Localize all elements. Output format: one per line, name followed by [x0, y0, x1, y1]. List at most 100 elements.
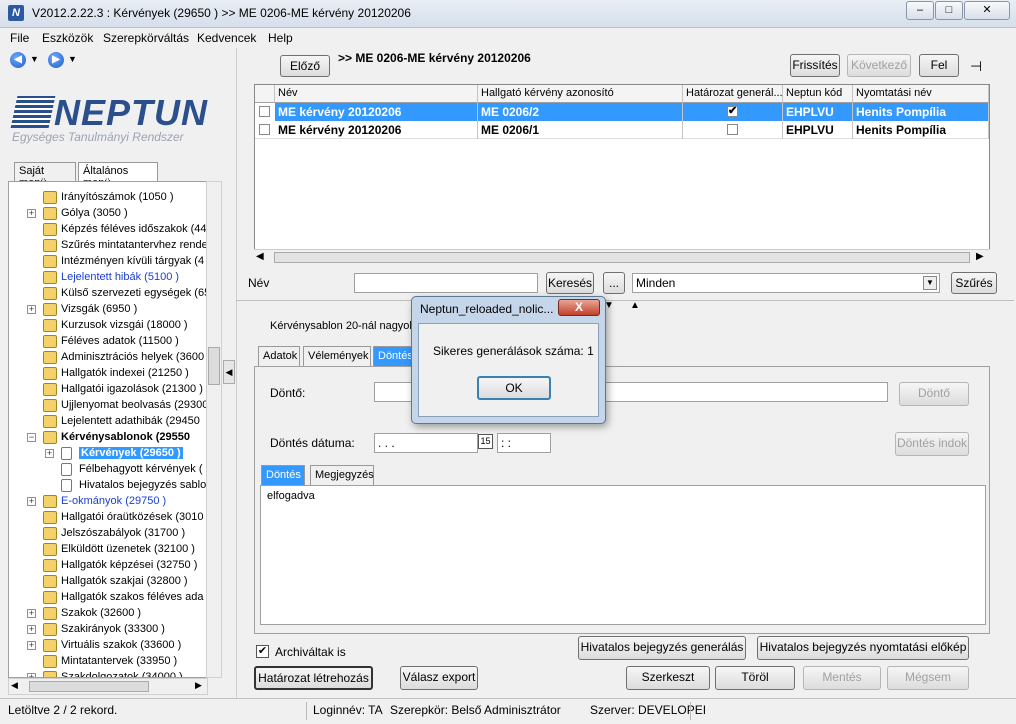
tab-sajat-menu[interactable]: Saját menü — [14, 162, 76, 189]
tree-item[interactable]: + Virtuális szakok (33600 ) — [9, 638, 207, 654]
tree-scroll-thumb[interactable] — [208, 347, 220, 385]
ok-button[interactable]: OK — [477, 376, 551, 400]
next-button[interactable]: Következő — [847, 54, 911, 77]
search-button[interactable]: Keresés — [546, 272, 594, 294]
tree-item[interactable]: + Szakok (32600 ) — [9, 606, 207, 622]
scroll-right-icon[interactable]: ▶ — [195, 680, 202, 691]
scroll-left-icon[interactable]: ◀ — [11, 680, 18, 691]
tree-item[interactable]: + Vizsgák (6950 ) — [9, 302, 207, 318]
tree-item[interactable]: Hivatalos bejegyzés sablo — [9, 478, 207, 494]
hatarozat-checkbox[interactable]: ✔ — [727, 106, 738, 117]
tree-item[interactable]: Hallgatók indexei (21250 ) — [9, 366, 207, 382]
dontes-indok-button[interactable]: Döntés indok — [895, 432, 969, 456]
tab-inner-dontes[interactable]: Döntés — [261, 465, 305, 485]
tab-altalanos-menu[interactable]: Általános menü — [78, 162, 158, 189]
tree-item[interactable]: Félbehagyott kérvények ( — [9, 462, 207, 478]
expand-icon[interactable]: + — [27, 641, 36, 650]
tree-item[interactable]: Hallgatói óraütközések (3010 — [9, 510, 207, 526]
table-row[interactable]: ME kérvény 20120206 ME 0206/1 EHPLVU Hen… — [255, 121, 989, 139]
row-select-checkbox[interactable] — [259, 106, 270, 117]
donto-button[interactable]: Döntő — [899, 382, 969, 406]
calendar-icon[interactable]: 15 — [478, 434, 493, 449]
forward-dropdown-icon[interactable]: ▼ — [68, 54, 77, 64]
megsem-button[interactable]: Mégsem — [887, 666, 969, 690]
collapse-icon[interactable]: − — [27, 433, 36, 442]
grid-horizontal-scrollbar[interactable]: ◀ ▶ — [254, 249, 990, 266]
archived-checkbox[interactable]: ✔ — [256, 645, 269, 658]
filter-name-input[interactable] — [354, 273, 538, 293]
menu-file[interactable]: File — [10, 31, 29, 45]
grid-scroll-right-icon[interactable]: ▶ — [976, 251, 984, 262]
tab-inner-megjegyzes[interactable]: Megjegyzés — [310, 465, 374, 485]
splitter-up-icon[interactable]: ▲ — [630, 300, 640, 311]
grid-scroll-left-icon[interactable]: ◀ — [256, 251, 264, 262]
grid-hscroll-thumb[interactable] — [274, 252, 970, 263]
tree-item[interactable]: Külső szervezeti egységek (65 — [9, 286, 207, 302]
tree-item[interactable]: Lejelentett adathibák (29450 — [9, 414, 207, 430]
col-neptun-kod[interactable]: Neptun kód — [783, 85, 853, 103]
back-dropdown-icon[interactable]: ▼ — [30, 54, 39, 64]
pin-icon[interactable]: ⊣ — [970, 58, 982, 75]
filter-button[interactable]: Szűrés — [951, 272, 997, 294]
tree-item[interactable]: Lejelentett hibák (5100 ) — [9, 270, 207, 286]
valasz-export-button[interactable]: Válasz export — [400, 666, 478, 690]
col-hatarozat[interactable]: Határozat generál... — [683, 85, 783, 103]
hivatalos-generalas-button[interactable]: Hivatalos bejegyzés generálás — [578, 636, 746, 660]
tree-item[interactable]: Mintatantervek (33950 ) — [9, 654, 207, 670]
hatarozat-checkbox[interactable] — [727, 124, 738, 135]
tree-item[interactable]: Féléves adatok (11500 ) — [9, 334, 207, 350]
tree-item[interactable]: Hallgatók képzései (32750 ) — [9, 558, 207, 574]
tree-item[interactable]: Hallgatók szakos féléves ada — [9, 590, 207, 606]
tree-item[interactable]: + Szakirányok (33300 ) — [9, 622, 207, 638]
col-azonosito[interactable]: Hallgató kérvény azonosító — [478, 85, 683, 103]
col-nyomtatasi-nev[interactable]: Nyomtatási név — [853, 85, 989, 103]
tree-item[interactable]: Jelszószabályok (31700 ) — [9, 526, 207, 542]
prev-button[interactable]: Előző — [280, 55, 330, 77]
menu-szerepkorvaltas[interactable]: Szerepkörváltás — [103, 31, 189, 45]
col-nev[interactable]: Név — [275, 85, 478, 103]
menu-kedvencek[interactable]: Kedvencek — [197, 31, 256, 45]
torol-button[interactable]: Töröl — [715, 666, 795, 690]
chevron-down-icon[interactable]: ▼ — [923, 276, 937, 290]
dontes-ido-input[interactable]: : : — [497, 433, 551, 453]
tree-item[interactable]: − Kérvénysablonok (29550 — [9, 430, 207, 446]
up-button[interactable]: Fel — [919, 54, 959, 77]
tree-item[interactable]: Hallgatók szakjai (32800 ) — [9, 574, 207, 590]
tree-vertical-scrollbar[interactable] — [206, 181, 222, 678]
expand-icon[interactable]: + — [27, 209, 36, 218]
forward-icon[interactable]: ▶ — [48, 52, 64, 68]
tree-item[interactable]: Képzés féléves időszakok (44 — [9, 222, 207, 238]
tree-item[interactable]: + Szakdolgozatok (34000 ) — [9, 670, 207, 677]
expand-icon[interactable]: + — [27, 497, 36, 506]
row-select-checkbox[interactable] — [259, 124, 270, 135]
tree-item[interactable]: Hallgatói igazolások (21300 ) — [9, 382, 207, 398]
tree-horizontal-scrollbar[interactable]: ◀ ▶ — [8, 678, 208, 695]
filter-dropdown[interactable]: Minden ▼ — [632, 273, 940, 293]
expand-icon[interactable]: + — [45, 449, 54, 458]
back-icon[interactable]: ◀ — [10, 52, 26, 68]
hivatalos-elokep-button[interactable]: Hivatalos bejegyzés nyomtatási előkép — [757, 636, 969, 660]
tree-item[interactable]: Kurzusok vizsgái (18000 ) — [9, 318, 207, 334]
menu-eszkozok[interactable]: Eszközök — [42, 31, 93, 45]
collapse-panel-icon[interactable]: ◀ — [223, 360, 235, 384]
expand-icon[interactable]: + — [27, 625, 36, 634]
tree-item[interactable]: Elküldött üzenetek (32100 ) — [9, 542, 207, 558]
tree-item[interactable]: Irányítószámok (1050 ) — [9, 190, 207, 206]
tree-item[interactable]: Intézményen kívüli tárgyak (4 — [9, 254, 207, 270]
tree-item[interactable]: + E-okmányok (29750 ) — [9, 494, 207, 510]
refresh-button[interactable]: Frissítés — [790, 54, 840, 77]
maximize-button[interactable]: □ — [935, 1, 963, 20]
close-window-button[interactable]: ✕ — [964, 1, 1010, 20]
menu-help[interactable]: Help — [268, 31, 293, 45]
tree-item[interactable]: + Gólya (3050 ) — [9, 206, 207, 222]
decision-textarea[interactable]: elfogadva — [260, 485, 986, 625]
tree-item[interactable]: Ujjlenyomat beolvasás (29300 — [9, 398, 207, 414]
mentes-button[interactable]: Mentés — [803, 666, 881, 690]
dontes-datuma-input[interactable]: . . . — [374, 433, 478, 453]
tree-hscroll-thumb[interactable] — [29, 681, 149, 692]
tree-item[interactable]: Adminisztrációs helyek (3600 — [9, 350, 207, 366]
expand-icon[interactable]: + — [27, 609, 36, 618]
tab-velemenyek[interactable]: Vélemények — [303, 346, 371, 366]
tree-item[interactable]: + Kérvények (29650 ) — [9, 446, 207, 462]
hatarozat-letrehozas-button[interactable]: Határozat létrehozás — [254, 666, 373, 690]
